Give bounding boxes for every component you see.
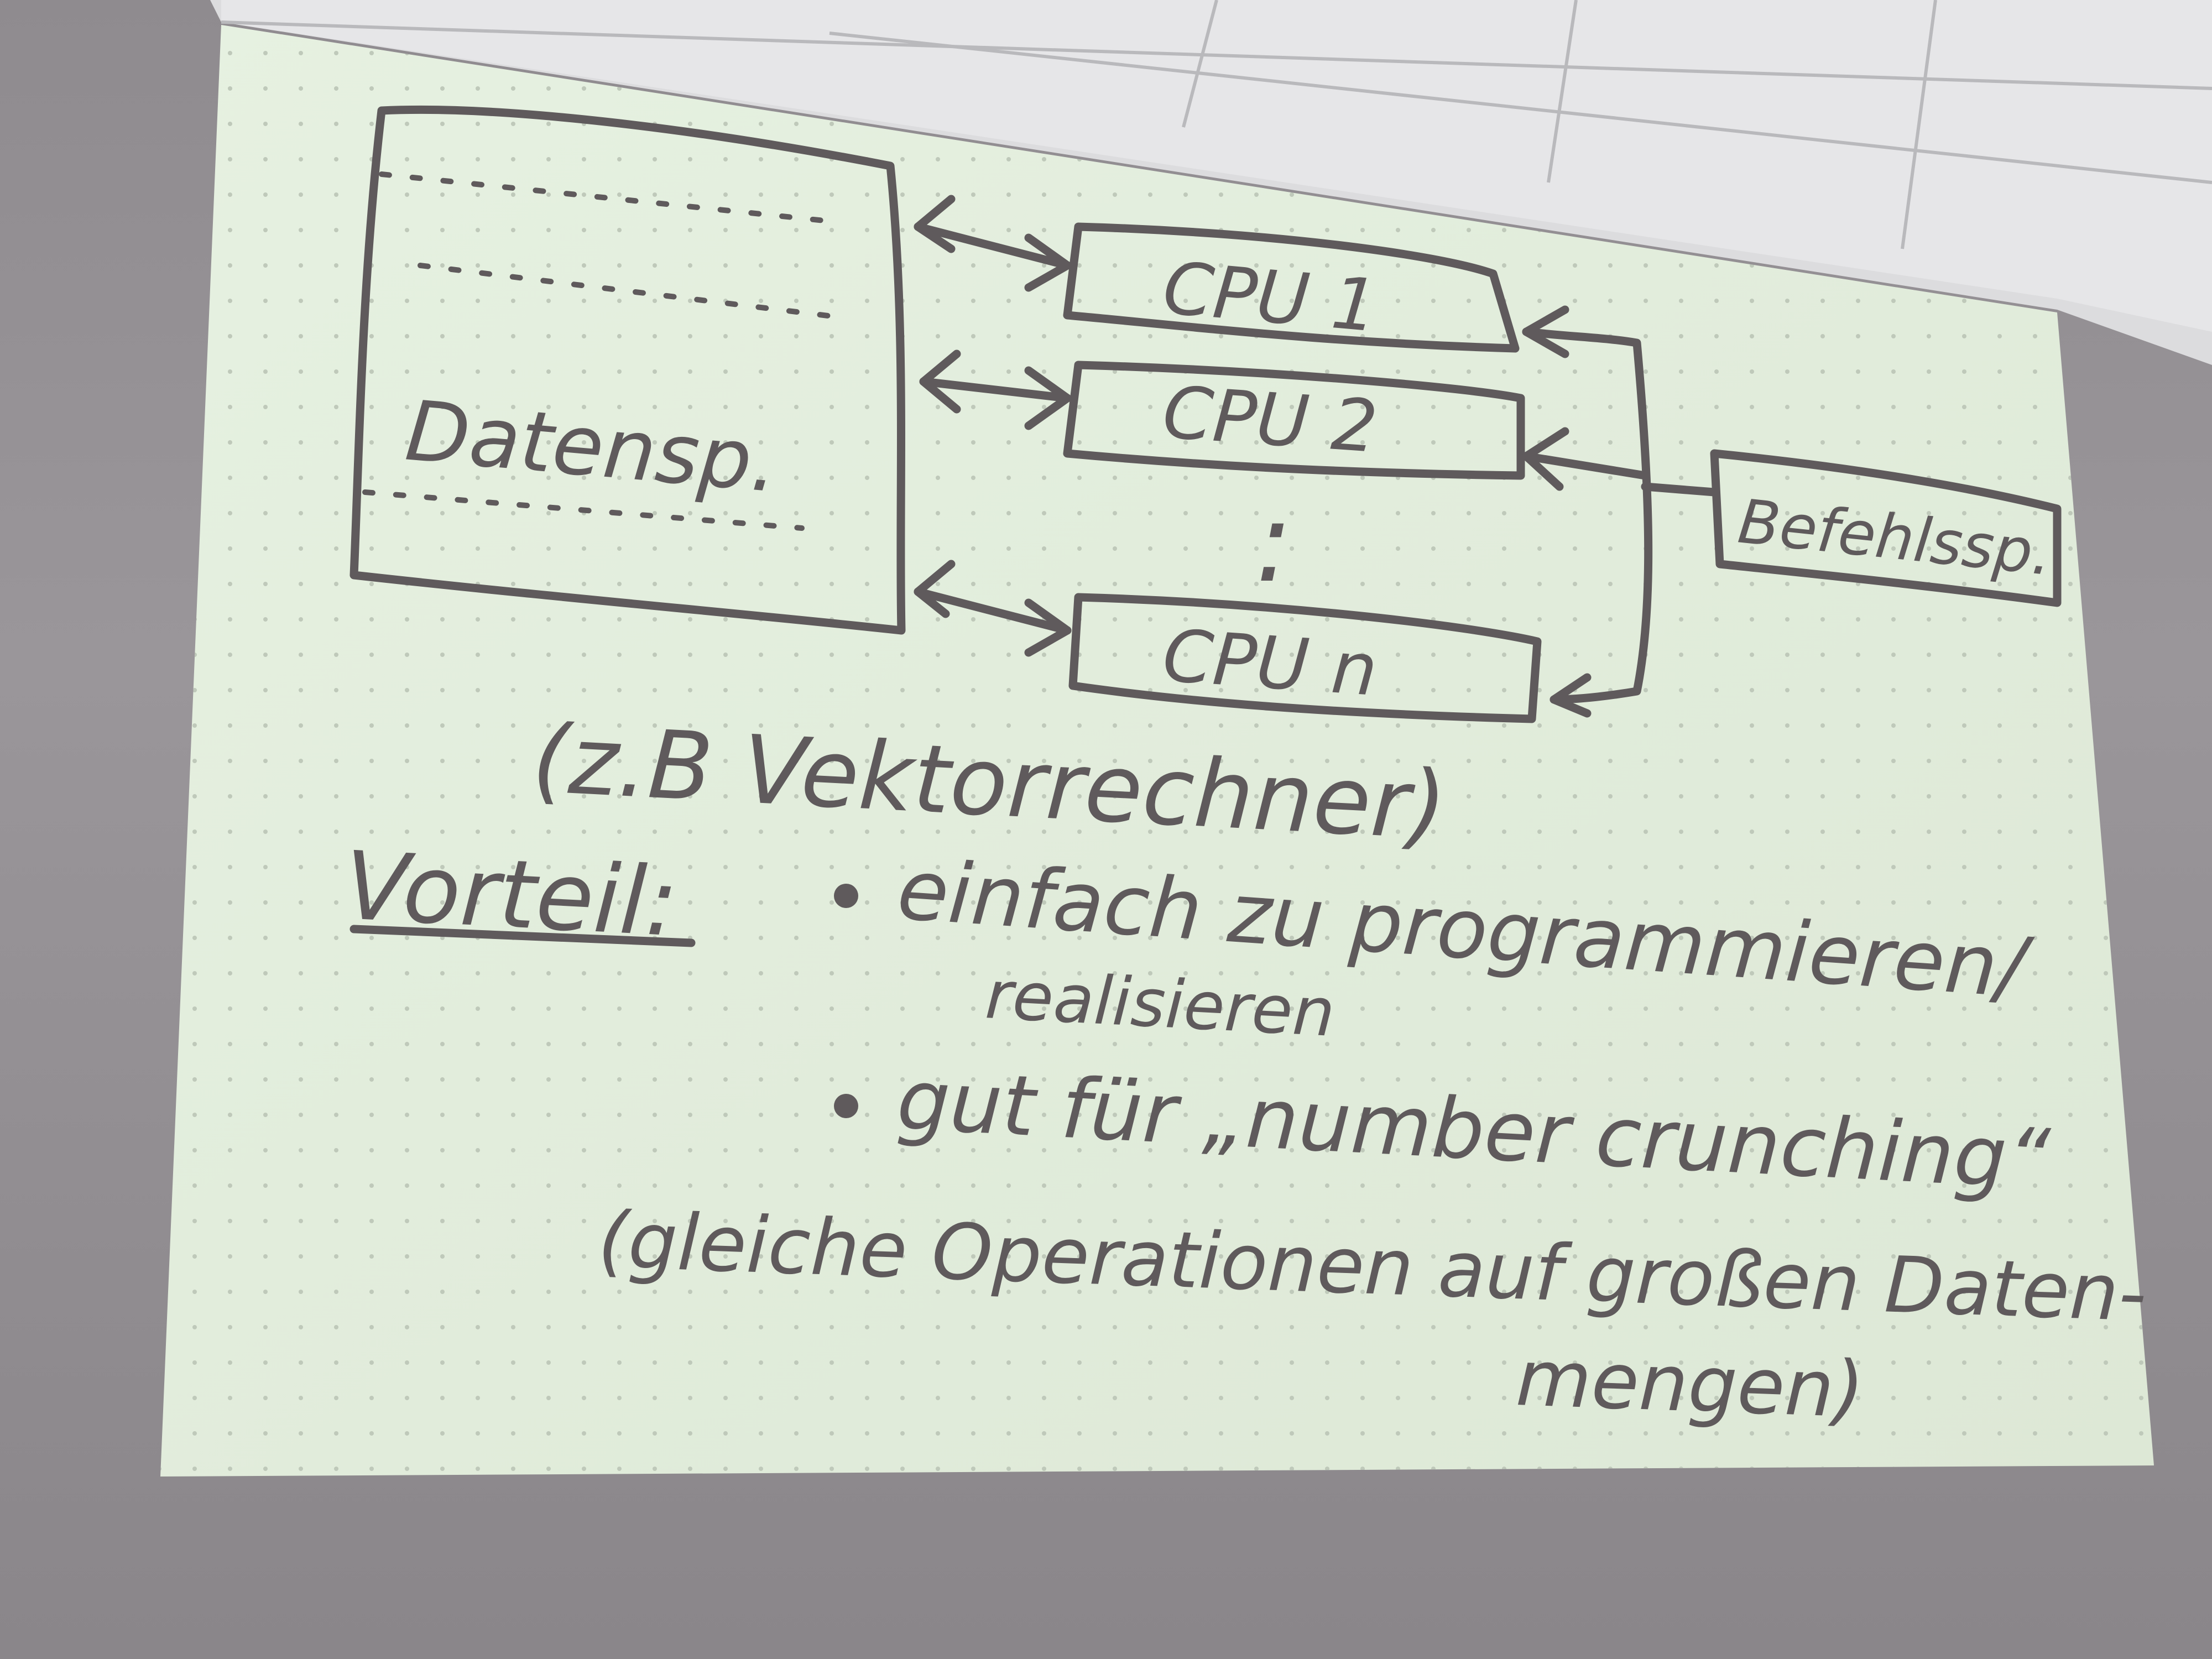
cpu-2-label: CPU 2 bbox=[1160, 370, 1380, 469]
bus-to-instruction-memory bbox=[1641, 482, 1719, 497]
paren-note-line-2: mengen) bbox=[1515, 1333, 1866, 1436]
cpu-n-label: CPU n bbox=[1160, 613, 1380, 712]
cpu-ellipsis: : bbox=[1255, 478, 1292, 607]
bullet-1-dot bbox=[834, 884, 858, 908]
bullet-2-dot bbox=[834, 1094, 858, 1118]
projected-slide: Datensp. CPU 1 CPU 2 : CPU n Befehlssp. … bbox=[160, 25, 2154, 1477]
